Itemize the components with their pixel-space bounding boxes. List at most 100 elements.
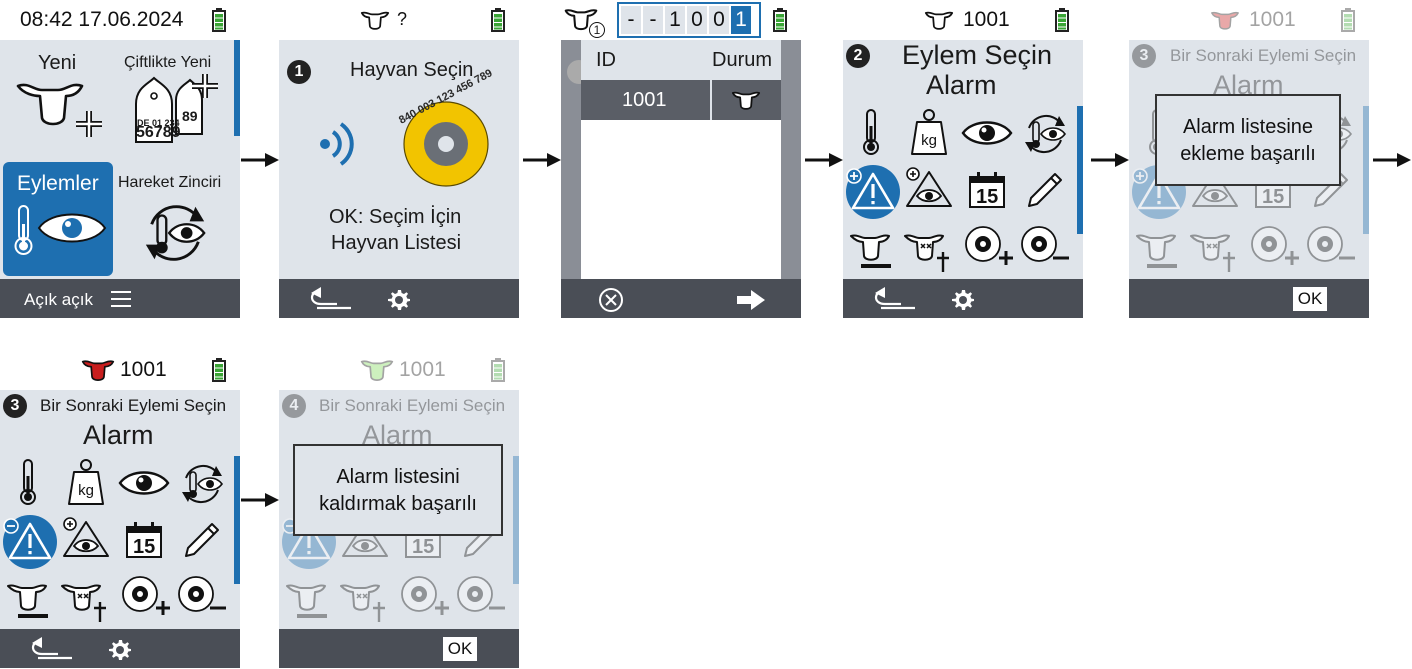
- status-bar: 1001: [279, 350, 519, 390]
- back-icon[interactable]: [28, 636, 74, 662]
- gear-icon[interactable]: [108, 638, 132, 662]
- id-digit[interactable]: -: [643, 6, 663, 34]
- scrollbar[interactable]: [234, 40, 240, 136]
- battery-icon: [1341, 8, 1355, 32]
- id-digit[interactable]: 0: [709, 6, 729, 34]
- tag-add-icon[interactable]: [1249, 224, 1301, 272]
- alarm-plus-icon[interactable]: [843, 164, 903, 220]
- scrollbar: [1363, 106, 1369, 234]
- step-badge: 1: [287, 60, 311, 84]
- rfid-signal-icon: [320, 122, 354, 166]
- panel-title: Bir Sonraki Eylemi Seçin: [1170, 46, 1357, 65]
- screen-main-menu: 08:42 17.06.2024 Yeni Çiftlikte Yeni DE …: [0, 0, 240, 318]
- thermometer-icon[interactable]: [16, 458, 40, 506]
- list-header: ID Durum: [581, 40, 781, 80]
- success-dialog: Alarm listesini kaldırmak başarılı: [293, 444, 503, 536]
- step-badge: 4: [282, 394, 306, 418]
- dialog-line1: Alarm listesine: [1182, 116, 1314, 138]
- eye-icon[interactable]: [118, 468, 170, 498]
- calendar-day: 15: [976, 186, 999, 208]
- action-panel: 3 Bir Sonraki Eylemi Seçin Alarm 15 Alar…: [1129, 40, 1369, 279]
- action-panel: 3 Bir Sonraki Eylemi Seçin Alarm 15: [0, 390, 240, 629]
- tile-label: Eylemler: [17, 172, 99, 195]
- flow-arrow-icon: [241, 492, 279, 508]
- cycle-eye-icon[interactable]: [1021, 110, 1069, 158]
- status-bar: ?: [279, 0, 519, 40]
- dialog-line2: ekleme başarılı: [1180, 143, 1316, 165]
- cancel-icon[interactable]: [598, 287, 624, 313]
- footer: [0, 629, 240, 668]
- id-digit[interactable]: 1: [731, 6, 751, 34]
- tile-movement-chain[interactable]: Hareket Zinciri: [116, 160, 234, 278]
- scrollbar[interactable]: [234, 456, 240, 584]
- thermometer-icon[interactable]: [859, 108, 883, 156]
- tag-add-icon[interactable]: [963, 224, 1015, 272]
- panel-title: Bir Sonraki Eylemi Seçin: [40, 396, 227, 415]
- ok-button[interactable]: OK: [443, 637, 477, 661]
- action-grid: 15: [843, 106, 1077, 278]
- cow-head-icon: [731, 91, 761, 110]
- battery-icon: [212, 8, 226, 32]
- success-dialog: Alarm listesine ekleme başarılı: [1155, 94, 1341, 186]
- menu-icon[interactable]: [110, 290, 132, 308]
- back-icon[interactable]: [871, 286, 917, 312]
- screen-next-action: 1001 3 Bir Sonraki Eylemi Seçin Alarm 15: [0, 350, 240, 668]
- back-icon[interactable]: [307, 286, 353, 312]
- panel-title: Hayvan Seçin: [350, 59, 474, 81]
- next-arrow-icon[interactable]: [737, 290, 765, 310]
- footer-label: Açık açık: [24, 290, 93, 309]
- status-bar: 08:42 17.06.2024: [0, 0, 240, 40]
- status-bar: 1001: [0, 350, 240, 390]
- cow-remove-icon[interactable]: [847, 230, 895, 274]
- cow-remove-icon[interactable]: [1133, 230, 1181, 274]
- cow-remove-icon[interactable]: [4, 580, 52, 624]
- cow-remove-icon[interactable]: [283, 580, 331, 624]
- tile-new-on-farm[interactable]: Çiftlikte Yeni DE 01 234 56789 89: [116, 40, 234, 158]
- cycle-eye-icon[interactable]: [178, 460, 226, 508]
- id-digit[interactable]: 0: [687, 6, 707, 34]
- eye-warning-icon[interactable]: [62, 516, 110, 560]
- ok-button[interactable]: OK: [1293, 287, 1327, 311]
- screen-choose-action: 1001 2 Eylem Seçin Alarm 15: [843, 0, 1083, 318]
- id-input[interactable]: --1001: [617, 2, 761, 38]
- tag-remove-icon[interactable]: [455, 574, 507, 622]
- row-id: 1001: [622, 89, 667, 111]
- gear-icon[interactable]: [387, 288, 411, 312]
- cow-dead-icon[interactable]: [339, 580, 391, 624]
- scrollbar[interactable]: [1077, 106, 1083, 234]
- tile-new[interactable]: Yeni: [0, 40, 116, 158]
- gear-icon[interactable]: [951, 288, 975, 312]
- weight-icon[interactable]: [909, 108, 949, 156]
- alarm-minus-icon[interactable]: [0, 514, 60, 570]
- animal-list-panel: ID Durum 1001: [561, 40, 801, 279]
- pencil-icon[interactable]: [1025, 170, 1065, 210]
- cow-dead-icon[interactable]: [1189, 230, 1241, 274]
- table-row[interactable]: 1001: [581, 80, 781, 120]
- status-text: 1001: [120, 358, 167, 381]
- cow-dead-icon[interactable]: [60, 580, 112, 624]
- id-digit[interactable]: -: [621, 6, 641, 34]
- weight-icon[interactable]: [66, 458, 106, 506]
- status-text: ?: [397, 9, 408, 29]
- eye-icon[interactable]: [961, 118, 1013, 148]
- tag-remove-icon[interactable]: [176, 574, 228, 622]
- footer: [843, 279, 1083, 318]
- scrollbar: [513, 456, 519, 584]
- tag-add-icon[interactable]: [399, 574, 451, 622]
- status-text: 1001: [399, 358, 446, 381]
- calendar-day: 15: [1262, 186, 1285, 208]
- battery-icon: [212, 358, 226, 382]
- tile-actions[interactable]: Eylemler: [3, 162, 113, 276]
- status-bar: 1001: [843, 0, 1083, 40]
- tag-add-icon[interactable]: [120, 574, 172, 622]
- flow-arrow-icon: [1091, 152, 1129, 168]
- tag-remove-icon[interactable]: [1305, 224, 1357, 272]
- cow-dead-icon[interactable]: [903, 230, 955, 274]
- panel-title: Bir Sonraki Eylemi Seçin: [319, 396, 506, 415]
- pencil-icon[interactable]: [182, 520, 222, 560]
- tag-remove-icon[interactable]: [1019, 224, 1071, 272]
- eye-warning-icon[interactable]: [905, 166, 953, 210]
- id-digit[interactable]: 1: [665, 6, 685, 34]
- cycle-eye-icon: [140, 198, 210, 268]
- screen-animal-list: 1 --1001 ID Durum 1001: [561, 0, 801, 318]
